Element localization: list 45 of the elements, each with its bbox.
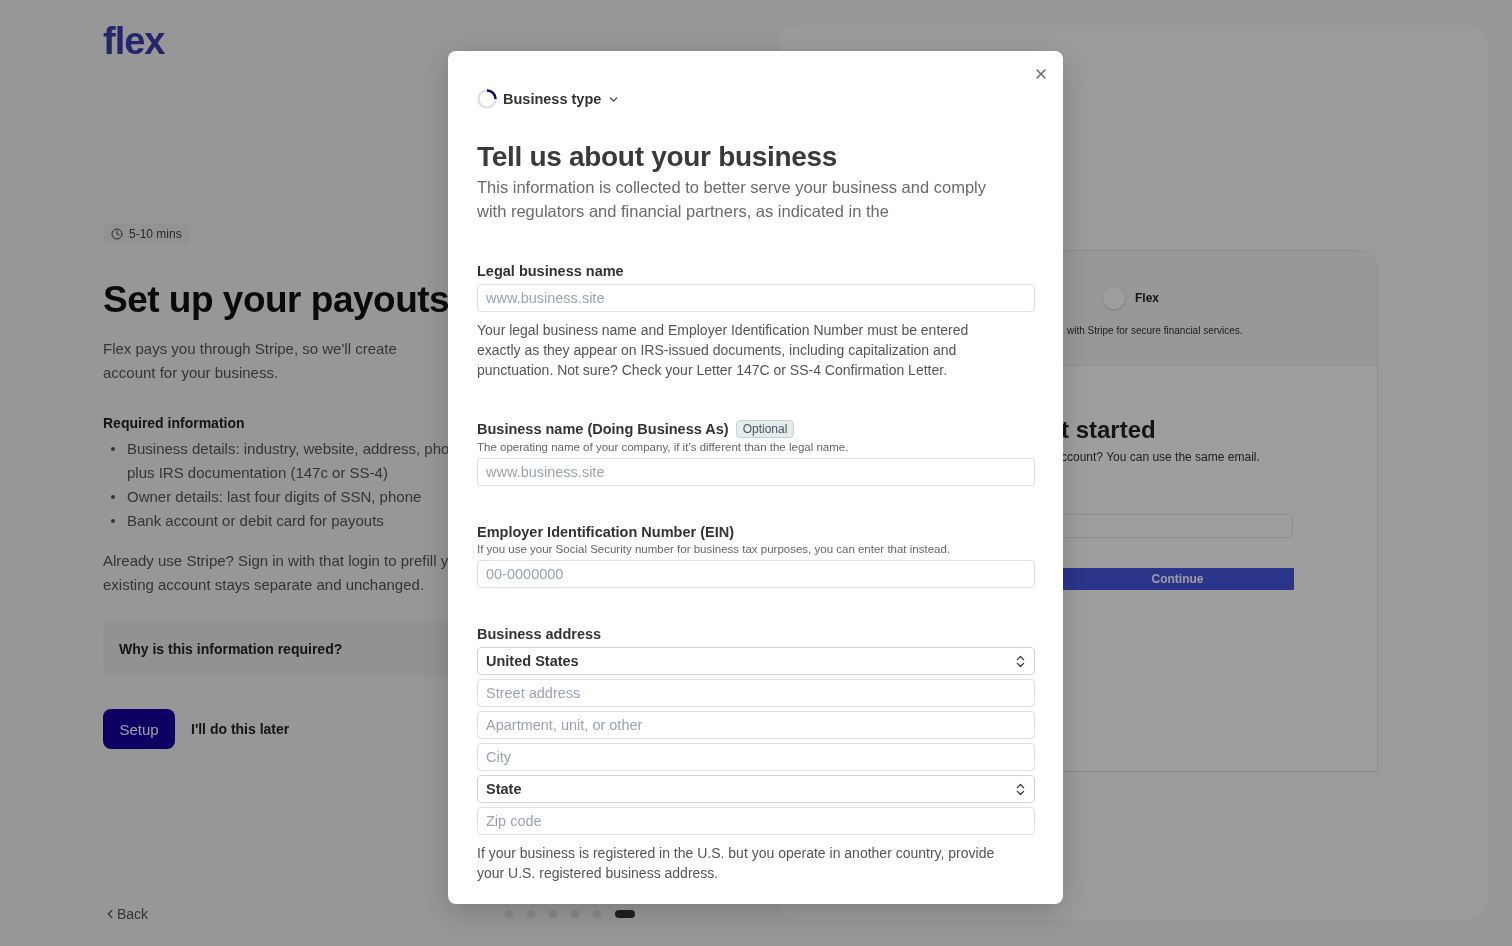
info-text: existing account stays separate and unchanged. (103, 575, 425, 595)
bullet-text: Business details: industry, website, address, pho (127, 439, 450, 459)
input-field[interactable]: 00-0000000 (477, 560, 1035, 588)
setup-button[interactable]: Setup (103, 709, 175, 749)
modal-intro: This information is collected to better serve your business and comply with regulators and financial partners, as indicated in the (477, 177, 987, 222)
field-help: If your business is registered in the U.S. but you operate in another country, provide your U.S. registered business address. (477, 844, 996, 883)
intro-text: account for your business. (103, 363, 279, 383)
select-field[interactable]: United States (477, 647, 1035, 675)
section-heading: Required information (103, 415, 245, 431)
clock-icon (111, 228, 123, 240)
input-field[interactable]: Zip code (477, 807, 1035, 835)
bullet-icon (111, 447, 115, 451)
field-hint: If you use your Social Security number for business tax purposes, you can enter that instead. (477, 543, 952, 555)
logo: flex (103, 20, 165, 63)
input-field[interactable]: www.business.site (477, 284, 1035, 312)
duration-text: 5-10 mins (129, 227, 182, 241)
intro-text: Flex pays you through Stripe, so we'll create (103, 339, 397, 359)
step-dropdown[interactable]: Business type (477, 89, 621, 109)
input-field[interactable]: Apartment, unit, or other (477, 711, 1035, 739)
later-link[interactable]: I'll do this later (191, 721, 290, 737)
modal-title: Tell us about your business (477, 141, 839, 173)
field-help: Your legal business name and Employer Identification Number must be entered exactly as they appear on IRS-issued documents, including capitalization and punctuation. Not sure? Check your Letter 147C or SS-4 Confirmation Letter. (477, 321, 970, 380)
bullet-text: Bank account or debit card for payouts (127, 511, 384, 531)
input-field[interactable]: www.business.site (477, 458, 1035, 486)
field-label: Employer Identification Number (EIN) (477, 524, 734, 540)
info-text: Already use Stripe? Sign in with that login to prefill y (103, 551, 449, 571)
brand-logo-icon (1103, 287, 1125, 309)
field-hint: The operating name of your company, if it’s different than the legal name. (477, 441, 850, 453)
bullet-text: plus IRS documentation (147c or SS-4) (127, 463, 388, 483)
optional-tag: Optional (735, 420, 795, 438)
continue-button[interactable]: Continue (1061, 568, 1294, 590)
progress-ring-icon (477, 89, 497, 109)
input-field[interactable]: Street address (477, 679, 1035, 707)
field-label: Business address (477, 626, 602, 642)
tagline-text: with Stripe for secure financial services. (1067, 325, 1243, 336)
field-label: Business name (Doing Business As) (477, 421, 729, 437)
brand-name: Flex (1135, 291, 1159, 305)
select-field[interactable]: State (477, 775, 1035, 803)
bullet-icon (111, 495, 115, 499)
page-heading: Set up your payouts (103, 279, 450, 321)
input-field[interactable]: City (477, 743, 1035, 771)
bullet-text: Owner details: last four digits of SSN, phone (127, 487, 422, 507)
field-label: Legal business name (477, 263, 624, 279)
bullet-icon (111, 519, 115, 523)
back-link[interactable]: Back (103, 906, 253, 922)
